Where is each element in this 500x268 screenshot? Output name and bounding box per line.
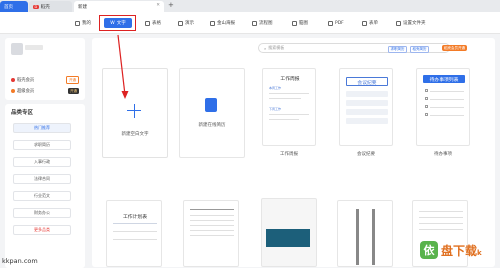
site-logo: 依 盘下载k — [420, 236, 498, 264]
logo-text: 盘下载 — [441, 243, 478, 258]
watermark: kkpan.com — [2, 257, 38, 265]
arrow-line — [117, 34, 126, 96]
arrow-head — [121, 91, 129, 99]
logo-mark: 依 — [420, 241, 438, 259]
logo-sub: k — [477, 248, 482, 257]
annotation-arrow — [117, 34, 129, 99]
